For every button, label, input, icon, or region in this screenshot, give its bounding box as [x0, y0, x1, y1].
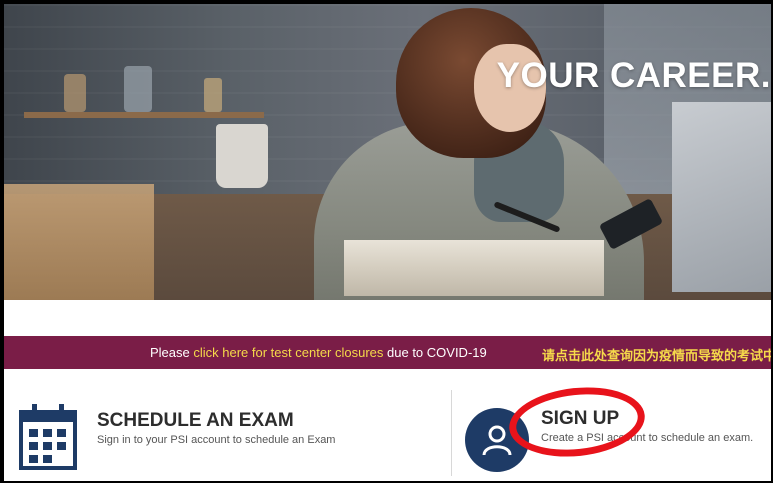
test-center-closures-link[interactable]: click here for test center closures — [193, 345, 383, 360]
banner-chinese-link[interactable]: 请点击此处查询因为疫情而导致的考试中 — [542, 345, 771, 364]
calendar-icon — [19, 404, 77, 470]
card-divider — [451, 390, 452, 476]
banner-english-text: Please click here for test center closur… — [150, 345, 487, 360]
covid-notice-banner: Please click here for test center closur… — [4, 336, 771, 369]
banner-prefix: Please — [150, 345, 194, 360]
banner-suffix: due to COVID-19 — [383, 345, 487, 360]
schedule-exam-card[interactable]: SCHEDULE AN EXAM Sign in to your PSI acc… — [18, 402, 438, 478]
hero-books — [344, 240, 604, 296]
page-frame: YOUR CAREER. Please click here for test … — [4, 4, 771, 481]
schedule-exam-description: Sign in to your PSI account to schedule … — [97, 434, 336, 446]
hero-shelf — [24, 112, 264, 118]
hero-chair — [4, 184, 154, 300]
hero-laptop — [672, 102, 771, 292]
hero-banner: YOUR CAREER. — [4, 4, 771, 300]
hero-title: YOUR CAREER. — [496, 56, 771, 95]
schedule-exam-title[interactable]: SCHEDULE AN EXAM — [97, 410, 294, 432]
hero-jar — [204, 78, 222, 112]
hero-jar — [64, 74, 86, 112]
hero-jar — [124, 66, 152, 112]
hero-cup — [216, 124, 268, 188]
